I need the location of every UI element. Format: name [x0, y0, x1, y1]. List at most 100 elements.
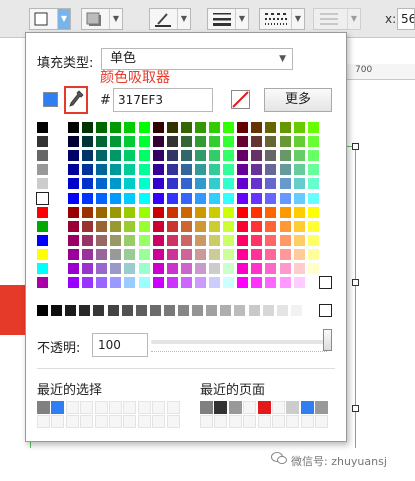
color-swatch[interactable] — [152, 234, 164, 246]
color-swatch[interactable] — [96, 220, 108, 232]
color-swatch[interactable] — [82, 150, 94, 162]
color-swatch[interactable] — [82, 192, 94, 204]
color-swatch[interactable] — [194, 220, 206, 232]
color-swatch[interactable] — [251, 277, 263, 289]
color-swatch[interactable] — [124, 192, 136, 204]
no-fill-button[interactable] — [231, 90, 250, 109]
color-swatch[interactable] — [180, 178, 192, 190]
color-swatch[interactable] — [220, 305, 232, 317]
color-swatch[interactable] — [107, 305, 119, 317]
color-swatch[interactable] — [96, 263, 108, 274]
color-swatch[interactable] — [138, 122, 150, 133]
color-swatch[interactable] — [307, 192, 319, 204]
recent-color-swatch[interactable] — [315, 401, 329, 414]
opacity-slider[interactable] — [151, 340, 327, 344]
color-swatch[interactable] — [152, 263, 164, 274]
recent-color-swatch[interactable] — [315, 415, 329, 428]
color-swatch[interactable] — [194, 277, 206, 289]
color-swatch[interactable] — [192, 305, 204, 317]
color-swatch[interactable] — [265, 122, 277, 133]
color-swatch[interactable] — [279, 263, 291, 274]
recent-color-swatch[interactable] — [94, 415, 108, 428]
color-swatch[interactable] — [209, 234, 220, 246]
color-swatch[interactable] — [307, 206, 319, 218]
color-swatch[interactable] — [304, 305, 316, 317]
color-swatch[interactable] — [110, 164, 122, 176]
recent-color-swatch[interactable] — [80, 415, 94, 428]
color-swatch[interactable] — [237, 192, 249, 204]
color-swatch[interactable] — [110, 122, 122, 133]
color-swatch[interactable] — [194, 136, 206, 148]
color-swatch[interactable] — [82, 122, 94, 133]
color-swatch[interactable] — [110, 178, 122, 190]
color-swatch[interactable] — [237, 122, 249, 133]
color-swatch[interactable] — [138, 206, 150, 218]
color-swatch[interactable] — [251, 220, 263, 232]
color-swatch[interactable] — [307, 178, 319, 190]
color-swatch[interactable] — [293, 263, 305, 274]
recent-color-swatch[interactable] — [228, 415, 242, 428]
resize-handle[interactable] — [352, 279, 359, 286]
eyedropper-button[interactable] — [64, 86, 88, 114]
color-swatch[interactable] — [307, 164, 319, 176]
recent-color-swatch[interactable] — [166, 401, 180, 414]
color-swatch[interactable] — [307, 234, 319, 246]
color-swatch[interactable] — [251, 206, 263, 218]
color-swatch[interactable] — [307, 248, 319, 260]
color-swatch[interactable] — [138, 164, 150, 176]
color-swatch[interactable] — [96, 277, 108, 289]
color-swatch[interactable] — [307, 263, 319, 274]
color-swatch[interactable] — [96, 122, 108, 133]
color-swatch[interactable] — [237, 248, 249, 260]
color-swatch[interactable] — [194, 248, 206, 260]
recent-color-swatch[interactable] — [166, 415, 180, 428]
recent-color-swatch[interactable] — [228, 401, 242, 414]
color-swatch[interactable] — [237, 178, 249, 190]
color-swatch[interactable] — [237, 234, 249, 246]
align-button[interactable]: ▼ — [313, 8, 361, 30]
recent-color-swatch[interactable] — [37, 415, 50, 428]
color-swatch[interactable] — [138, 192, 150, 204]
color-swatch[interactable] — [138, 220, 150, 232]
color-swatch[interactable] — [209, 150, 220, 162]
color-swatch[interactable] — [152, 136, 164, 148]
chevron-down-icon[interactable]: ▼ — [347, 9, 360, 29]
color-swatch[interactable] — [307, 220, 319, 232]
recent-color-swatch[interactable] — [286, 401, 300, 414]
color-swatch[interactable] — [124, 150, 136, 162]
color-swatch[interactable] — [180, 150, 192, 162]
color-swatch[interactable] — [68, 136, 79, 148]
color-swatch[interactable] — [293, 136, 305, 148]
opacity-slider-thumb[interactable] — [323, 329, 332, 351]
color-swatch[interactable] — [166, 192, 178, 204]
color-swatch[interactable] — [293, 178, 305, 190]
recent-color-swatch[interactable] — [152, 401, 166, 414]
chevron-down-icon[interactable]: ▼ — [235, 9, 248, 29]
recent-color-swatch[interactable] — [65, 401, 79, 414]
color-swatch[interactable] — [96, 150, 108, 162]
color-swatch[interactable] — [121, 305, 133, 317]
recent-color-swatch[interactable] — [51, 415, 65, 428]
color-swatch[interactable] — [265, 234, 277, 246]
color-swatch[interactable] — [138, 234, 150, 246]
color-swatch[interactable] — [194, 192, 206, 204]
color-swatch[interactable] — [265, 192, 277, 204]
color-swatch[interactable] — [110, 220, 122, 232]
color-swatch[interactable] — [251, 136, 263, 148]
color-swatch[interactable] — [124, 122, 136, 133]
recent-color-swatch[interactable] — [200, 401, 213, 414]
color-swatch[interactable] — [82, 220, 94, 232]
color-swatch[interactable] — [124, 263, 136, 274]
color-swatch[interactable] — [96, 136, 108, 148]
color-swatch[interactable] — [124, 234, 136, 246]
color-swatch[interactable] — [234, 305, 246, 317]
color-swatch[interactable] — [166, 136, 178, 148]
color-swatch[interactable] — [152, 277, 164, 289]
color-swatch[interactable] — [68, 150, 79, 162]
color-swatch[interactable] — [279, 277, 291, 289]
chevron-down-icon[interactable]: ▼ — [57, 9, 70, 29]
color-swatch[interactable] — [265, 277, 277, 289]
recent-color-swatch[interactable] — [94, 401, 108, 414]
color-swatch[interactable] — [135, 305, 147, 317]
color-swatch[interactable] — [319, 304, 332, 318]
